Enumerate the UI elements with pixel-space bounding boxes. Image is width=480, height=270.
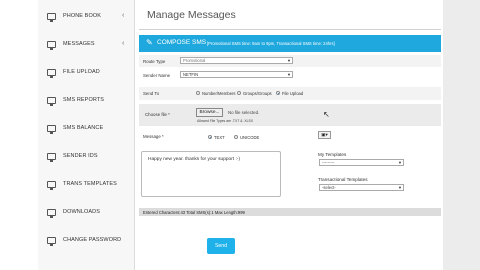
message-row: Message * xyxy=(139,130,441,144)
monitor-icon xyxy=(47,237,56,246)
sidebar-item-trans-templates[interactable]: TRANS TEMPLATES xyxy=(38,170,134,198)
sidebar-item-change-password[interactable]: CHANGE PASSWORD xyxy=(38,226,134,254)
pencil-icon: ✎ xyxy=(146,38,153,47)
chevron-down-icon: ▼ xyxy=(398,185,402,190)
monitor-icon xyxy=(47,209,56,218)
route-type-value: Promotional xyxy=(183,58,206,63)
route-type-select[interactable]: Promotional ▼ xyxy=(180,57,293,64)
sidebar-item-label: MESSAGES xyxy=(63,41,95,47)
sidebar-item-downloads[interactable]: DOWNLOADS xyxy=(38,198,134,226)
sender-name-row: Sender Name NETFIN ▼ xyxy=(139,69,441,81)
monitor-icon xyxy=(47,69,56,78)
sidebar-item-label: TRANS TEMPLATES xyxy=(63,181,117,187)
radio-file-upload-label: File Upload xyxy=(282,91,304,96)
chevron-left-icon: ‹ xyxy=(122,12,125,19)
sidebar-item-label: FILE UPLOAD xyxy=(63,69,100,75)
sidebar-item-phone-book[interactable]: PHONE BOOK ‹ xyxy=(38,2,134,30)
send-button[interactable]: Send xyxy=(207,238,235,254)
compose-title: COMPOSE SMS xyxy=(157,39,207,46)
allowed-file-types: Allowed File Types are .TXT & .XLSX xyxy=(197,119,254,123)
my-templates-value: --------- xyxy=(322,160,335,165)
sender-name-value: NETFIN xyxy=(183,72,199,77)
chevron-down-icon: ▼ xyxy=(398,160,402,165)
page-title: Manage Messages xyxy=(147,9,236,21)
radio-file-upload[interactable] xyxy=(276,91,280,95)
sidebar-item-messages[interactable]: MESSAGES ‹ xyxy=(38,30,134,58)
route-type-label: Route Type xyxy=(143,59,166,64)
browse-button[interactable]: Browse... xyxy=(196,108,223,117)
sidebar-item-label: SMS BALANCE xyxy=(63,125,104,131)
transactional-templates-label: Transactional Templates xyxy=(318,177,368,182)
monitor-icon xyxy=(47,153,56,162)
radio-number-members-label: Number/Members xyxy=(202,91,236,96)
compose-time-note: [Promotional SMS time: 9am to 9pm, Trans… xyxy=(207,41,335,46)
chevron-down-icon: ▼ xyxy=(287,72,291,77)
my-templates-label: My Templates xyxy=(318,152,347,157)
message-label: Message * xyxy=(143,134,164,139)
monitor-icon xyxy=(47,13,56,22)
monitor-icon xyxy=(47,125,56,134)
my-templates-select[interactable]: --------- ▼ xyxy=(319,159,404,166)
sidebar-item-sms-balance[interactable]: SMS BALANCE xyxy=(38,114,134,142)
divider xyxy=(139,29,441,30)
transactional-templates-value: -select- xyxy=(322,185,336,190)
right-gutter xyxy=(443,0,480,270)
choose-file-row: Choose file * xyxy=(139,104,441,126)
monitor-icon xyxy=(47,97,56,106)
sidebar-item-sender-ids[interactable]: SENDER IDS xyxy=(38,142,134,170)
clipboard-icon[interactable]: ▣▾ xyxy=(318,131,331,139)
monitor-icon xyxy=(47,181,56,190)
radio-unicode[interactable] xyxy=(234,135,238,139)
radio-groups[interactable] xyxy=(237,91,241,95)
route-type-row: Route Type Promotional ▼ xyxy=(139,55,441,67)
choose-file-label: Choose file * xyxy=(145,112,170,117)
chevron-left-icon: ‹ xyxy=(122,40,125,47)
message-text: Happy new year. thanks for your support … xyxy=(148,157,240,162)
monitor-icon xyxy=(47,41,56,50)
no-file-text: No file selected. xyxy=(228,110,260,115)
sidebar-item-sms-reports[interactable]: SMS REPORTS xyxy=(38,86,134,114)
sender-name-select[interactable]: NETFIN ▼ xyxy=(180,71,293,78)
sidebar-item-file-upload[interactable]: FILE UPLOAD xyxy=(38,58,134,86)
radio-text[interactable] xyxy=(208,135,212,139)
chevron-down-icon: ▼ xyxy=(287,58,291,63)
radio-number-members[interactable] xyxy=(196,91,200,95)
character-count-text: Entered Characters:43 Total SMS(s):1 Max… xyxy=(143,210,245,215)
radio-groups-label: Groups/Groups xyxy=(243,91,272,96)
send-to-label: Send To xyxy=(143,91,160,96)
sidebar-item-label: CHANGE PASSWORD xyxy=(63,237,122,243)
sender-name-label: Sender Name xyxy=(143,73,171,78)
sidebar: PHONE BOOK ‹ MESSAGES ‹ FILE UPLOAD SMS … xyxy=(38,0,135,270)
sidebar-item-label: SENDER IDS xyxy=(63,153,98,159)
mouse-cursor-icon: ↖ xyxy=(323,110,330,119)
sidebar-item-label: SMS REPORTS xyxy=(63,97,105,103)
sidebar-item-label: DOWNLOADS xyxy=(63,209,100,215)
radio-text-label: TEXT xyxy=(214,135,225,140)
sidebar-item-label: PHONE BOOK xyxy=(63,13,101,19)
radio-unicode-label: UNICODE xyxy=(240,135,260,140)
transactional-templates-select[interactable]: -select- ▼ xyxy=(319,184,404,191)
